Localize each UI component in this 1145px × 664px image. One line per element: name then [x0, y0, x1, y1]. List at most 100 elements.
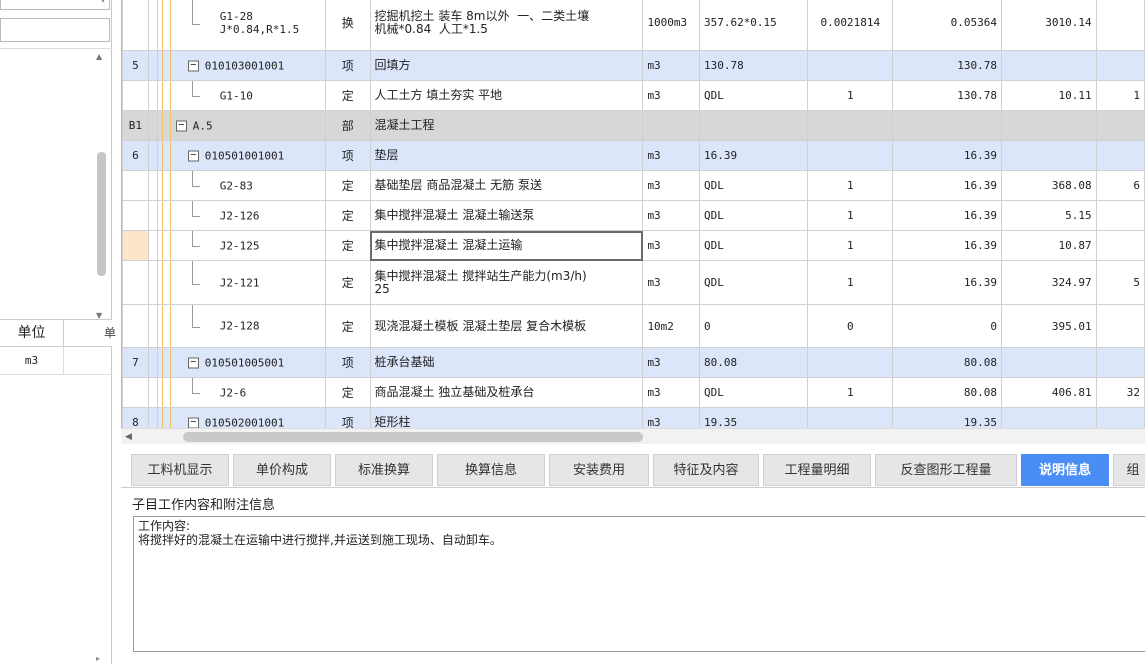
- name-cell[interactable]: 回填方: [369, 50, 644, 81]
- description-textarea[interactable]: 工作内容: 将搅拌好的混凝土在运输中进行搅拌,并运送到施工现场、自动卸车。: [133, 516, 1145, 652]
- type-cell[interactable]: 定: [324, 80, 371, 111]
- coefficient-cell[interactable]: 1: [807, 377, 894, 408]
- left-search-input[interactable]: [0, 18, 110, 42]
- expression-cell[interactable]: QDL: [698, 170, 809, 201]
- code-cell[interactable]: −010501005001: [156, 347, 326, 378]
- row-index-cell[interactable]: [122, 200, 149, 231]
- name-cell[interactable]: 商品混凝土 独立基础及桩承台: [369, 377, 644, 408]
- expression-cell[interactable]: QDL: [698, 377, 809, 408]
- row-marker-cell[interactable]: [147, 260, 158, 305]
- left-dropdown[interactable]: ▾: [0, 0, 110, 10]
- tab-standard-conversion[interactable]: 标准换算: [335, 454, 433, 486]
- row-marker-cell[interactable]: [147, 80, 158, 111]
- collapse-icon[interactable]: −: [175, 120, 187, 132]
- coefficient-cell[interactable]: 1: [807, 80, 894, 111]
- unit-column-header[interactable]: 单位: [0, 320, 64, 346]
- name-cell[interactable]: 基础垫层 商品混凝土 无筋 泵送: [369, 170, 644, 201]
- extra-cell[interactable]: 5: [1095, 260, 1145, 305]
- row-marker-cell[interactable]: [147, 377, 158, 408]
- quantity-cell[interactable]: 16.39: [892, 200, 1002, 231]
- expression-cell[interactable]: 80.08: [698, 347, 809, 378]
- extra-cell[interactable]: [1095, 50, 1145, 81]
- row-index-cell[interactable]: 8: [122, 407, 149, 428]
- type-cell[interactable]: 项: [324, 50, 371, 81]
- row-marker-cell[interactable]: [147, 0, 158, 51]
- quantity-cell[interactable]: 0.05364: [892, 0, 1002, 51]
- extra-cell[interactable]: [1095, 0, 1145, 51]
- row-marker-cell[interactable]: [147, 347, 158, 378]
- price-cell[interactable]: 10.11: [1001, 80, 1097, 111]
- quantity-cell[interactable]: 130.78: [892, 80, 1002, 111]
- row-marker-cell[interactable]: [147, 170, 158, 201]
- extra-cell[interactable]: [1095, 304, 1145, 348]
- coefficient-cell[interactable]: [807, 50, 894, 81]
- extra-cell[interactable]: [1095, 110, 1145, 141]
- price-cell[interactable]: 368.08: [1001, 170, 1097, 201]
- table-row[interactable]: 5−010103001001 项回填方 m3 130.78 130.78: [122, 50, 1145, 81]
- name-cell[interactable]: 矩形柱: [369, 407, 644, 428]
- table-row[interactable]: B1 − A.5 部混凝土工程: [122, 110, 1145, 141]
- code-cell[interactable]: −010502001001: [156, 407, 326, 428]
- price-cell[interactable]: [1001, 110, 1097, 141]
- price-cell[interactable]: 10.87: [1001, 230, 1097, 261]
- row-marker-cell[interactable]: [147, 407, 158, 428]
- type-cell[interactable]: 定: [324, 260, 371, 305]
- code-cell[interactable]: G1-10: [156, 80, 326, 111]
- row-marker-cell[interactable]: [147, 50, 158, 81]
- name-cell[interactable]: 集中搅拌混凝土 混凝土输送泵: [369, 200, 644, 231]
- quantity-cell[interactable]: 80.08: [892, 347, 1002, 378]
- row-index-cell[interactable]: 6: [122, 140, 149, 171]
- table-row[interactable]: 6−010501001001 项垫层 m3 16.39 16.39: [122, 140, 1145, 171]
- price-cell[interactable]: [1001, 347, 1097, 378]
- collapse-icon[interactable]: −: [187, 150, 199, 162]
- tab-install-fee[interactable]: 安装费用: [549, 454, 649, 486]
- code-cell[interactable]: J2-121: [156, 260, 326, 305]
- table-row[interactable]: 7−010501005001 项桩承台基础 m3 80.08 80.08: [122, 347, 1145, 378]
- coefficient-cell[interactable]: [807, 407, 894, 428]
- type-cell[interactable]: 定: [324, 170, 371, 201]
- extra-cell[interactable]: [1095, 407, 1145, 428]
- extra-cell[interactable]: 6: [1095, 170, 1145, 201]
- price-cell[interactable]: 406.81: [1001, 377, 1097, 408]
- unit-cell[interactable]: m3: [642, 200, 700, 231]
- quantity-cell[interactable]: 16.39: [892, 170, 1002, 201]
- tab-quantity-detail[interactable]: 工程量明细: [763, 454, 871, 486]
- type-cell[interactable]: 项: [324, 140, 371, 171]
- tab-reverse-graphic[interactable]: 反查图形工程量: [875, 454, 1017, 486]
- collapse-icon[interactable]: −: [187, 417, 199, 428]
- code-cell[interactable]: J2-128: [156, 304, 326, 348]
- price-cell[interactable]: 3010.14: [1001, 0, 1097, 51]
- horizontal-scrollbar[interactable]: ◀: [121, 428, 1145, 444]
- extra-cell[interactable]: [1095, 347, 1145, 378]
- quantity-cell[interactable]: 19.35: [892, 407, 1002, 428]
- quantity-cell[interactable]: 16.39: [892, 230, 1002, 261]
- unit-cell[interactable]: m3: [642, 260, 700, 305]
- unit-cell[interactable]: m3: [642, 50, 700, 81]
- unit-cell[interactable]: m3: [642, 347, 700, 378]
- type-cell[interactable]: 定: [324, 377, 371, 408]
- tab-features[interactable]: 特征及内容: [653, 454, 759, 486]
- coefficient-cell[interactable]: [807, 347, 894, 378]
- code-cell[interactable]: −010103001001: [156, 50, 326, 81]
- type-cell[interactable]: 换: [324, 0, 371, 51]
- row-marker-cell[interactable]: [147, 110, 158, 141]
- expression-cell[interactable]: QDL: [698, 260, 809, 305]
- type-cell[interactable]: 项: [324, 407, 371, 428]
- quantity-cell[interactable]: 0: [892, 304, 1002, 348]
- left-table-row[interactable]: m3: [0, 347, 112, 375]
- unit-cell[interactable]: m3: [642, 140, 700, 171]
- quantity-cell[interactable]: 80.08: [892, 377, 1002, 408]
- scrollbar-thumb[interactable]: [97, 152, 106, 276]
- table-row[interactable]: G1-28 J*0.84,R*1.5 换挖掘机挖土 装车 8m以外 一、二类土壤 …: [122, 0, 1145, 51]
- expression-cell[interactable]: 130.78: [698, 50, 809, 81]
- quantity-cell[interactable]: 130.78: [892, 50, 1002, 81]
- price-cell[interactable]: [1001, 407, 1097, 428]
- price-cell[interactable]: [1001, 140, 1097, 171]
- code-cell[interactable]: − A.5: [156, 110, 326, 141]
- code-cell[interactable]: J2-125: [156, 230, 326, 261]
- coefficient-cell[interactable]: [807, 110, 894, 141]
- quantity-cell[interactable]: 16.39: [892, 260, 1002, 305]
- extra-cell[interactable]: 32: [1095, 377, 1145, 408]
- row-index-cell[interactable]: [122, 0, 149, 51]
- collapse-icon[interactable]: −: [187, 60, 199, 72]
